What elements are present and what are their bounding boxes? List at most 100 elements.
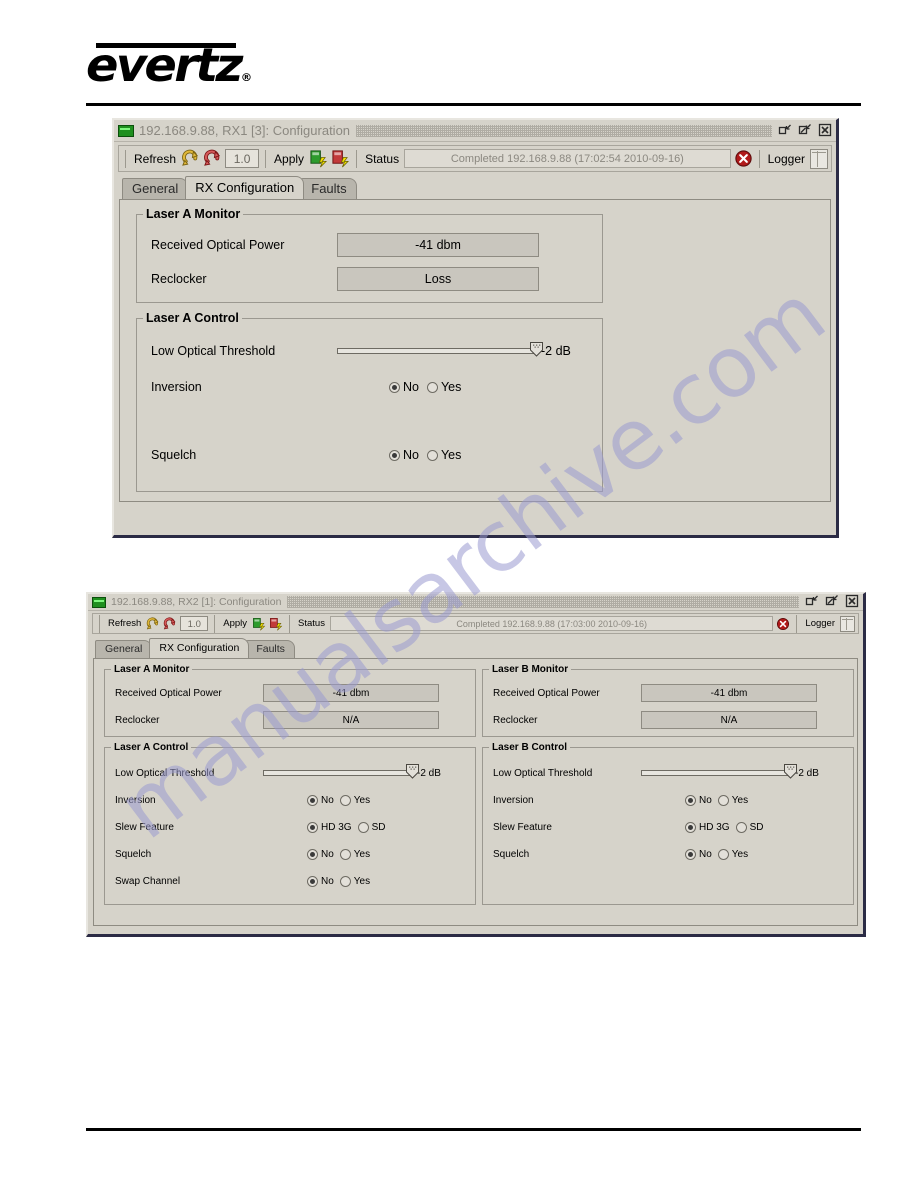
stop-error-icon[interactable] (776, 617, 790, 631)
refresh-red-icon[interactable] (163, 616, 177, 631)
radio-no[interactable]: No (685, 794, 712, 806)
refresh-interval-field[interactable]: 1.0 (180, 616, 209, 631)
radio-holder: No Yes (307, 848, 370, 860)
slider-row[interactable]: -2 dB (337, 342, 571, 359)
titlebar-drag-area[interactable] (287, 596, 799, 608)
titlebar[interactable]: 192.168.9.88, RX1 [3]: Configuration (114, 120, 836, 142)
radio-no[interactable]: No (307, 848, 334, 860)
group-legend: Laser B Monitor (489, 664, 572, 675)
toolbar-divider (289, 614, 291, 633)
slider-track[interactable] (641, 770, 791, 776)
radio-group-slew-feature[interactable]: HD 3G SD (307, 821, 385, 833)
stop-error-icon[interactable] (734, 149, 753, 168)
radio-no[interactable]: No (307, 875, 334, 887)
radio-yes[interactable]: Yes (717, 794, 749, 806)
radio-dot-icon (307, 875, 318, 887)
tab-rx-configuration[interactable]: RX Configuration (149, 638, 250, 658)
radio-no[interactable]: No (389, 448, 419, 462)
titlebar[interactable]: 192.168.9.88, RX2 [1]: Configuration (88, 594, 863, 611)
radio-yes[interactable]: Yes (717, 848, 749, 860)
form-row: Swap Channel No Yes (115, 872, 471, 890)
radio-group-inversion[interactable]: No Yes (685, 794, 749, 806)
radio-holder: No Yes (685, 848, 749, 860)
radio-sd[interactable]: SD (357, 821, 385, 833)
logger-grid-icon[interactable] (840, 615, 855, 632)
window-title: 192.168.9.88, RX1 [3]: Configuration (139, 123, 351, 138)
refresh-interval-field[interactable]: 1.0 (225, 149, 260, 168)
toolbar[interactable]: Refresh 1.0 Apply Status Completed 192.168.9… (92, 613, 859, 634)
radio-label: SD (749, 821, 764, 833)
refresh-yellow-icon[interactable] (146, 616, 160, 631)
header-rule (86, 103, 861, 106)
field-label: Slew Feature (115, 821, 174, 833)
tab-general[interactable]: General (122, 178, 189, 199)
radio-yes[interactable]: Yes (339, 875, 370, 887)
tabstrip[interactable]: General RX Configuration Faults (122, 176, 836, 199)
group-laser-a-monitor: Laser A Monitor Received Optical Power -41… (136, 207, 603, 303)
radio-label: Yes (731, 848, 749, 860)
slider-track[interactable] (263, 770, 413, 776)
radio-sd[interactable]: SD (735, 821, 764, 833)
slider-thumb[interactable] (530, 342, 543, 357)
radio-dot-icon (339, 794, 351, 806)
low-optical-threshold-slider[interactable] (641, 764, 797, 781)
maximize-icon[interactable] (798, 123, 814, 139)
group-laser-a-control: Laser A Control Low Optical Threshold -2 d… (104, 742, 476, 905)
titlebar-drag-area[interactable] (356, 124, 772, 137)
radio-holder: No Yes (307, 875, 370, 887)
radio-label: No (699, 848, 712, 860)
close-icon[interactable] (818, 123, 834, 139)
configuration-window-rx2[interactable]: 192.168.9.88, RX2 [1]: Configuration Refr… (86, 592, 866, 937)
tab-rx-configuration[interactable]: RX Configuration (185, 176, 305, 199)
restore-icon[interactable] (778, 123, 794, 139)
radio-yes[interactable]: Yes (339, 794, 370, 806)
radio-yes[interactable]: Yes (426, 448, 461, 462)
low-optical-threshold-slider[interactable] (337, 342, 543, 359)
radio-no[interactable]: No (389, 380, 419, 394)
radio-yes[interactable]: Yes (339, 848, 370, 860)
field-label: Low Optical Threshold (493, 767, 593, 779)
apply-green-icon[interactable] (309, 149, 328, 168)
restore-icon[interactable] (805, 594, 821, 610)
tab-general[interactable]: General (95, 640, 153, 658)
slider-row[interactable]: -2 dB (641, 764, 819, 781)
radio-hd-3g[interactable]: HD 3G (685, 821, 730, 833)
apply-red-icon[interactable] (331, 149, 350, 168)
radio-group-squelch[interactable]: No Yes (389, 448, 461, 462)
refresh-yellow-icon[interactable] (181, 149, 200, 168)
radio-group-slew-feature[interactable]: HD 3G SD (685, 821, 764, 833)
refresh-label: Refresh (134, 151, 177, 166)
tab-faults[interactable]: Faults (301, 178, 357, 199)
apply-red-icon[interactable] (269, 617, 283, 631)
radio-group-inversion[interactable]: No Yes (389, 380, 461, 394)
refresh-red-icon[interactable] (203, 149, 222, 168)
slider-thumb[interactable] (784, 764, 797, 779)
group-laser-a-control: Laser A Control Low Optical Threshold -2 d… (136, 311, 603, 492)
group-laser-b-monitor: Laser B Monitor Received Optical Power -41… (482, 664, 854, 737)
footer-rule (86, 1128, 861, 1131)
logger-grid-icon[interactable] (810, 148, 828, 169)
radio-group-squelch[interactable]: No Yes (307, 848, 370, 860)
close-icon[interactable] (845, 594, 861, 610)
radio-group-squelch[interactable]: No Yes (685, 848, 749, 860)
radio-label: Yes (731, 794, 749, 806)
low-optical-threshold-slider[interactable] (263, 764, 419, 781)
radio-no[interactable]: No (685, 848, 712, 860)
field-label: Reclocker (493, 714, 538, 726)
radio-group-inversion[interactable]: No Yes (307, 794, 370, 806)
tab-faults[interactable]: Faults (246, 640, 295, 658)
tabstrip[interactable]: General RX Configuration Faults (95, 638, 863, 658)
slider-thumb[interactable] (406, 764, 419, 779)
slider-track[interactable] (337, 348, 537, 354)
radio-yes[interactable]: Yes (426, 380, 461, 394)
radio-label: No (403, 448, 419, 462)
toolbar[interactable]: Refresh 1.0 Apply Status Completed 192.168.9… (118, 145, 832, 172)
slider-row[interactable]: -2 dB (263, 764, 441, 781)
apply-green-icon[interactable] (252, 617, 266, 631)
radio-no[interactable]: No (307, 794, 334, 806)
radio-group-swap-channel[interactable]: No Yes (307, 875, 370, 887)
radio-hd-3g[interactable]: HD 3G (307, 821, 352, 833)
configuration-window-rx1[interactable]: 192.168.9.88, RX1 [3]: Configuration Refr… (112, 118, 839, 538)
maximize-icon[interactable] (825, 594, 841, 610)
form-row: Reclocker N/A (493, 711, 849, 729)
